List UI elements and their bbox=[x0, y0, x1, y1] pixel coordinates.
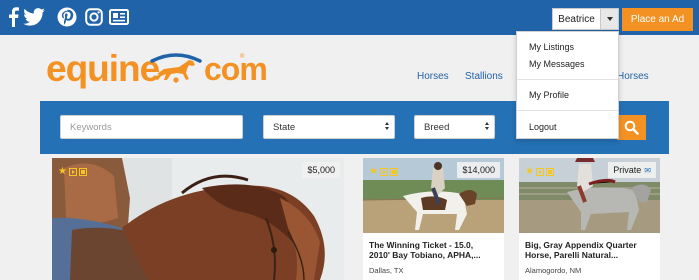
user-dropdown-menu: My Listings My Messages My Profile Logou… bbox=[516, 31, 619, 139]
listing-title-line-1[interactable]: Big, Gray Appendix Quarter bbox=[525, 240, 637, 250]
photos-icon bbox=[389, 167, 398, 176]
breed-select[interactable]: Breed bbox=[414, 115, 495, 139]
select-arrows-icon bbox=[385, 122, 389, 130]
menu-item-my-messages[interactable]: My Messages bbox=[529, 59, 585, 69]
photos-icon bbox=[545, 167, 554, 176]
menu-item-my-profile[interactable]: My Profile bbox=[529, 90, 569, 100]
logo-text-right: com bbox=[204, 51, 268, 87]
twitter-icon[interactable] bbox=[22, 6, 46, 28]
search-button[interactable] bbox=[617, 115, 646, 140]
menu-divider bbox=[517, 79, 618, 80]
listing-title-line-2[interactable]: Horse, Parelli Natural... bbox=[525, 250, 618, 260]
star-icon: ★ bbox=[369, 166, 378, 177]
search-icon bbox=[624, 120, 639, 135]
nav-horses-more[interactable]: Horses bbox=[617, 71, 649, 82]
listing-price: Private ✉ bbox=[608, 162, 656, 178]
state-select[interactable]: State bbox=[263, 115, 395, 139]
newsletter-icon[interactable] bbox=[108, 6, 130, 28]
listing-location: Alamogordo, NM bbox=[525, 266, 582, 275]
menu-divider bbox=[517, 110, 618, 111]
video-icon bbox=[68, 167, 77, 176]
registered-mark: ® bbox=[240, 54, 245, 60]
listing-badges: ★ bbox=[369, 166, 398, 177]
listing-location: Dallas, TX bbox=[369, 266, 404, 275]
user-menu-caret[interactable] bbox=[600, 8, 619, 30]
listing-card[interactable]: ★ $14,000 The Winning Ticket - 15.0, 201… bbox=[363, 158, 504, 280]
select-arrows-icon bbox=[485, 122, 489, 130]
listing-badges: ★ bbox=[58, 166, 87, 177]
listing-price: $14,000 bbox=[457, 162, 500, 178]
menu-item-logout[interactable]: Logout bbox=[529, 122, 557, 132]
listing-title-line-2[interactable]: 2010' Bay Tobiano, APHA,... bbox=[369, 250, 481, 260]
listing-card[interactable]: ★ $5,000 bbox=[52, 158, 344, 280]
menu-item-my-listings[interactable]: My Listings bbox=[529, 42, 574, 52]
listing-photo bbox=[52, 158, 344, 280]
horse-logo-icon bbox=[150, 53, 202, 83]
nav-horses[interactable]: Horses bbox=[417, 71, 449, 82]
facebook-icon[interactable] bbox=[6, 6, 20, 28]
nav-stallions[interactable]: Stallions bbox=[465, 71, 503, 82]
place-ad-button[interactable]: Place an Ad bbox=[622, 8, 693, 31]
site-logo[interactable]: equine com ® bbox=[46, 48, 268, 90]
pinterest-icon[interactable] bbox=[56, 6, 78, 28]
logo-text-left: equine bbox=[46, 48, 160, 89]
top-bar: Beatrice Place an Ad bbox=[0, 0, 699, 35]
listing-badges: ★ bbox=[525, 166, 554, 177]
listing-title-line-1[interactable]: The Winning Ticket - 15.0, bbox=[369, 240, 473, 250]
star-icon: ★ bbox=[525, 166, 534, 177]
handshake-icon: ✉ bbox=[644, 165, 651, 175]
star-icon: ★ bbox=[58, 166, 67, 177]
chevron-down-icon bbox=[606, 17, 613, 21]
instagram-icon[interactable] bbox=[84, 6, 104, 28]
user-menu-button[interactable]: Beatrice bbox=[552, 8, 600, 30]
photos-icon bbox=[78, 167, 87, 176]
listing-price: $5,000 bbox=[302, 162, 340, 178]
keywords-input[interactable]: Keywords bbox=[60, 115, 243, 139]
video-icon bbox=[535, 167, 544, 176]
listing-card[interactable]: ★ Private ✉ Big, Gray Appendix Quarter H… bbox=[519, 158, 660, 280]
video-icon bbox=[379, 167, 388, 176]
